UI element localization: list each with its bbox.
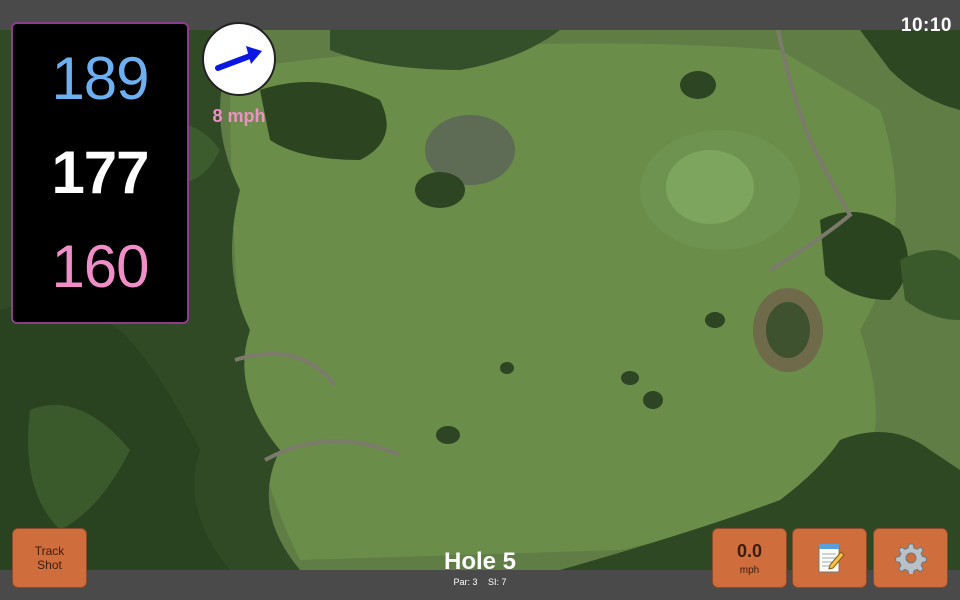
- speed-value: 0.0: [736, 540, 763, 561]
- track-shot-label-line1: Track: [34, 544, 65, 558]
- settings-button[interactable]: [873, 528, 948, 588]
- clock: 10:10: [900, 15, 952, 36]
- distance-panel: 189 177 160: [11, 22, 189, 324]
- gear-icon: [894, 543, 927, 574]
- hole-info: Par: 3 SI: 7: [380, 577, 580, 587]
- track-shot-button[interactable]: Track Shot: [12, 528, 87, 588]
- speed-unit: mph: [739, 564, 760, 576]
- distance-back: 189: [51, 45, 149, 112]
- speed-button[interactable]: 0.0 mph: [712, 528, 787, 588]
- hole-title: Hole 5: [443, 548, 517, 575]
- distance-front: 160: [51, 233, 149, 300]
- wind-indicator: [202, 22, 276, 96]
- hole-stroke-index: SI: 7: [488, 577, 507, 587]
- hole-par: Par: 3: [453, 577, 478, 587]
- wind-arrow-icon: [215, 46, 262, 71]
- wind-speed: 8 mph: [212, 106, 266, 126]
- distance-middle: 177: [51, 139, 149, 206]
- notepad-icon: [818, 544, 845, 573]
- notes-button[interactable]: [792, 528, 867, 588]
- track-shot-label-line2: Shot: [37, 558, 62, 572]
